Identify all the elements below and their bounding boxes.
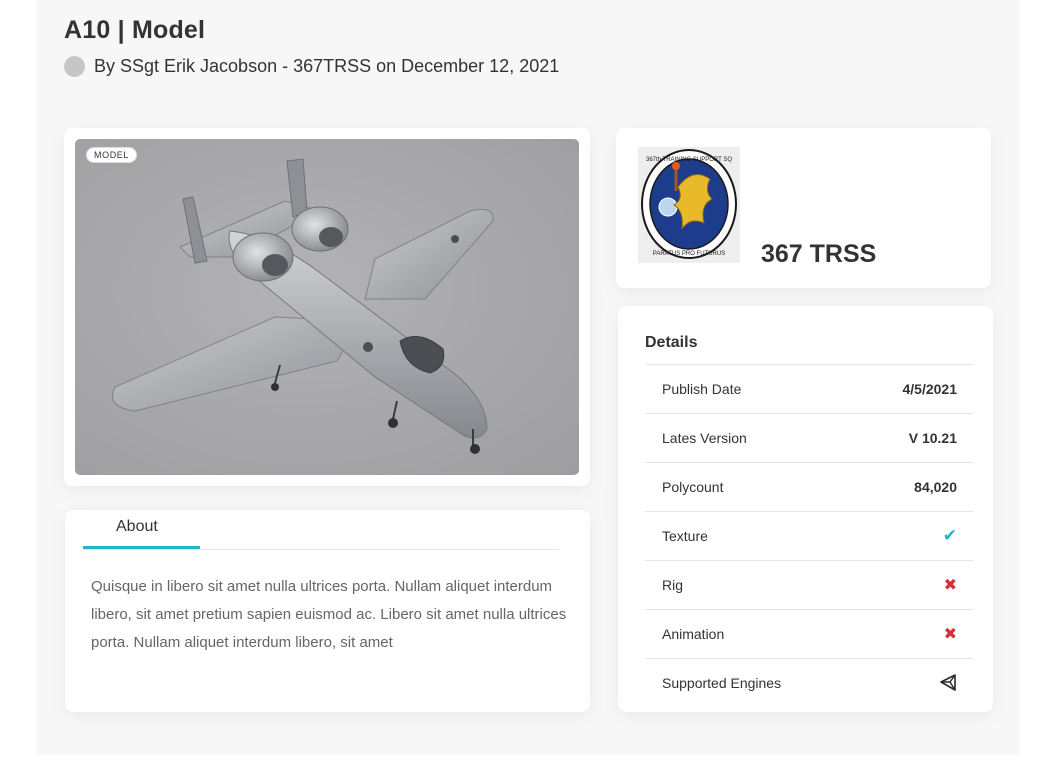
aircraft-model-render bbox=[112, 158, 494, 454]
detail-row-rig: Rig ✖ bbox=[645, 561, 973, 610]
model-type-badge: MODEL bbox=[86, 147, 138, 163]
byline-text: By SSgt Erik Jacobson - 367TRSS on Decem… bbox=[94, 55, 560, 76]
detail-row-publish-date: Publish Date 4/5/2021 bbox=[645, 365, 973, 414]
page-title: A10 | Model bbox=[64, 16, 206, 44]
detail-row-animation: Animation ✖ bbox=[645, 610, 973, 659]
tab-about-label: About bbox=[116, 518, 158, 535]
detail-row-texture: Texture ✔ bbox=[645, 512, 973, 561]
detail-label: Lates Version bbox=[662, 430, 747, 446]
detail-value: 84,020 bbox=[914, 479, 957, 495]
avatar[interactable] bbox=[64, 55, 85, 77]
detail-row-polycount: Polycount 84,020 bbox=[645, 463, 973, 512]
detail-row-supported-engines: Supported Engines bbox=[645, 659, 973, 707]
detail-row-latest-version: Lates Version V 10.21 bbox=[645, 414, 973, 463]
tab-about[interactable]: About bbox=[83, 510, 200, 549]
tab-bar: About bbox=[83, 510, 559, 550]
detail-label: Supported Engines bbox=[662, 675, 782, 691]
emblem-top-text: 367th TRAINING SUPPORT SQ bbox=[646, 157, 732, 163]
about-card: About Quisque in libero sit amet nulla u… bbox=[65, 510, 590, 712]
cross-icon: ✖ bbox=[943, 626, 957, 643]
emblem-bottom-text: PARATUS PRO FUTURUS bbox=[653, 251, 725, 257]
details-list: Publish Date 4/5/2021 Lates Version V 10… bbox=[645, 364, 973, 707]
organization-name[interactable]: 367 TRSS bbox=[761, 240, 876, 269]
about-description: Quisque in libero sit amet nulla ultrice… bbox=[91, 578, 567, 651]
cross-icon: ✖ bbox=[943, 577, 957, 594]
details-card: Details Publish Date 4/5/2021 Lates Vers… bbox=[618, 306, 993, 712]
detail-label: Publish Date bbox=[662, 381, 742, 397]
detail-label: Texture bbox=[662, 528, 708, 544]
model-viewer[interactable]: MODEL bbox=[75, 139, 579, 475]
squadron-emblem-icon: 367th TRAINING SUPPORT SQ PARATUS PRO FU… bbox=[638, 147, 740, 263]
model-preview-card: MODEL bbox=[64, 128, 590, 486]
author-byline: By SSgt Erik Jacobson - 367TRSS on Decem… bbox=[64, 54, 559, 78]
detail-label: Animation bbox=[662, 626, 725, 642]
detail-label: Rig bbox=[662, 577, 684, 593]
organization-card: 367th TRAINING SUPPORT SQ PARATUS PRO FU… bbox=[616, 128, 991, 288]
detail-value: V 10.21 bbox=[908, 430, 957, 446]
check-icon: ✔ bbox=[942, 526, 957, 545]
detail-label: Polycount bbox=[662, 479, 724, 495]
unity-engine-icon[interactable] bbox=[939, 674, 957, 692]
details-title: Details bbox=[645, 334, 698, 351]
detail-value: 4/5/2021 bbox=[902, 381, 958, 397]
